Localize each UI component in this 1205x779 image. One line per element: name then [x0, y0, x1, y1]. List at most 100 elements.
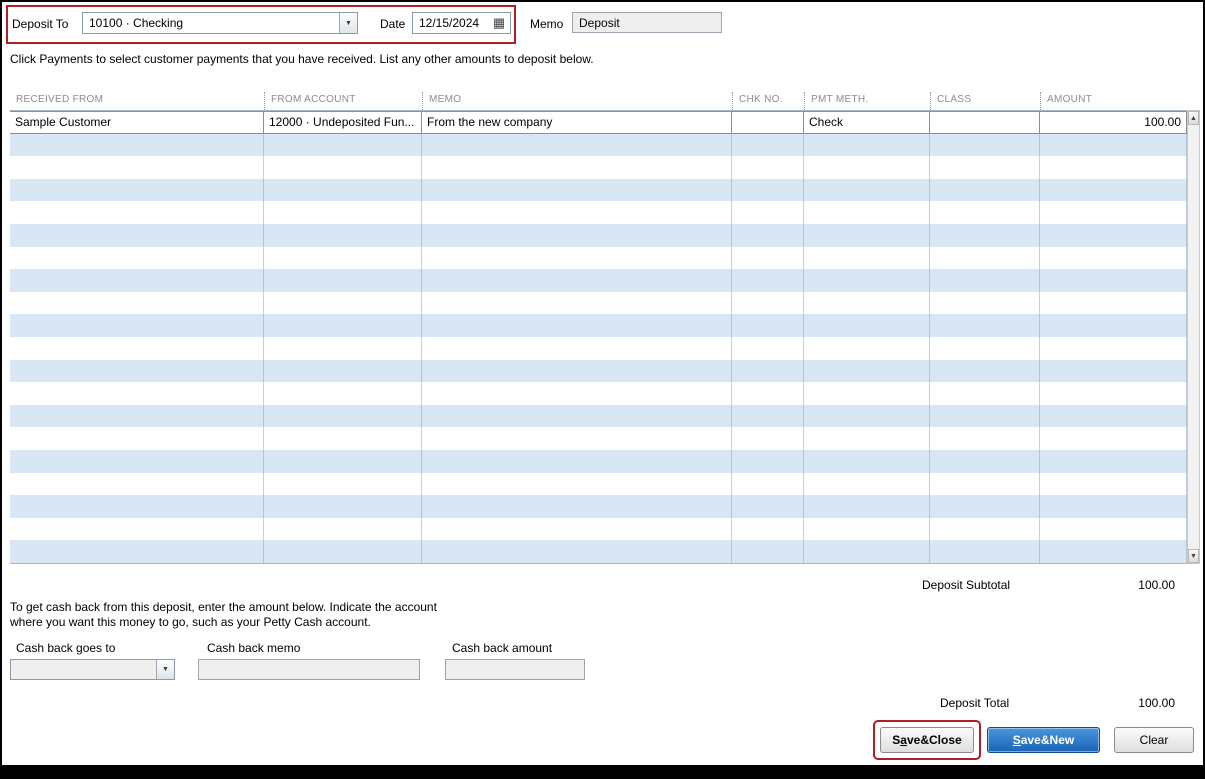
cell-received_from[interactable]	[10, 449, 264, 473]
cell-received_from[interactable]	[10, 269, 264, 292]
cell-from_account[interactable]	[264, 223, 422, 247]
cell-pmt_meth[interactable]	[804, 449, 930, 473]
cell-from_account[interactable]	[264, 427, 422, 450]
cell-from_account[interactable]	[264, 291, 422, 315]
cell-memo[interactable]	[422, 427, 732, 450]
cell-from_account[interactable]	[264, 336, 422, 360]
cell-pmt_meth[interactable]	[804, 517, 930, 541]
scroll-up-icon[interactable]: ▲	[1188, 111, 1199, 125]
cell-pmt_meth[interactable]	[804, 382, 930, 405]
cell-class[interactable]	[930, 133, 1040, 157]
cell-received_from[interactable]	[10, 246, 264, 270]
cell-chk_no[interactable]	[732, 404, 804, 428]
cell-chk_no[interactable]	[732, 112, 804, 133]
cell-pmt_meth[interactable]	[804, 359, 930, 383]
cell-received_from[interactable]	[10, 404, 264, 428]
table-row[interactable]	[10, 133, 1187, 157]
cell-chk_no[interactable]	[732, 178, 804, 202]
cell-from_account[interactable]	[264, 404, 422, 428]
cell-pmt_meth[interactable]	[804, 156, 930, 179]
cell-from_account[interactable]	[264, 156, 422, 179]
cell-from_account[interactable]	[264, 246, 422, 270]
table-row[interactable]	[10, 269, 1187, 292]
cell-from_account[interactable]: 12000 · Undeposited Fun...	[264, 112, 422, 133]
table-row[interactable]	[10, 540, 1187, 563]
cell-pmt_meth[interactable]	[804, 404, 930, 428]
cell-chk_no[interactable]	[732, 269, 804, 292]
save-new-button[interactable]: Save & New	[987, 727, 1100, 753]
cell-class[interactable]	[930, 336, 1040, 360]
cell-memo[interactable]: From the new company	[422, 112, 732, 133]
cell-class[interactable]	[930, 156, 1040, 179]
cell-memo[interactable]	[422, 223, 732, 247]
cell-from_account[interactable]	[264, 449, 422, 473]
cell-chk_no[interactable]	[732, 133, 804, 157]
cell-received_from[interactable]	[10, 314, 264, 337]
cell-class[interactable]	[930, 359, 1040, 383]
cell-memo[interactable]	[422, 336, 732, 360]
cell-class[interactable]	[930, 427, 1040, 450]
cell-memo[interactable]	[422, 133, 732, 157]
table-row[interactable]	[10, 427, 1187, 450]
table-row[interactable]	[10, 314, 1187, 337]
table-row[interactable]	[10, 246, 1187, 270]
cell-received_from[interactable]	[10, 359, 264, 383]
cell-from_account[interactable]	[264, 314, 422, 337]
clear-button[interactable]: Clear	[1114, 727, 1194, 753]
cell-from_account[interactable]	[264, 472, 422, 496]
cell-memo[interactable]	[422, 359, 732, 383]
cell-amount[interactable]	[1040, 291, 1187, 315]
cell-amount[interactable]	[1040, 201, 1187, 224]
cell-amount[interactable]	[1040, 382, 1187, 405]
cell-class[interactable]	[930, 495, 1040, 518]
cell-pmt_meth[interactable]	[804, 269, 930, 292]
cell-chk_no[interactable]	[732, 359, 804, 383]
table-row[interactable]	[10, 156, 1187, 179]
chevron-down-icon[interactable]: ▼	[156, 660, 174, 679]
cell-class[interactable]	[930, 540, 1040, 563]
cell-from_account[interactable]	[264, 540, 422, 563]
table-row[interactable]	[10, 359, 1187, 383]
table-row[interactable]	[10, 472, 1187, 496]
cell-received_from[interactable]	[10, 291, 264, 315]
cell-class[interactable]	[930, 291, 1040, 315]
table-row[interactable]	[10, 201, 1187, 224]
cell-from_account[interactable]	[264, 495, 422, 518]
table-row[interactable]	[10, 517, 1187, 541]
cell-amount[interactable]	[1040, 472, 1187, 496]
save-close-button[interactable]: Save & Close	[880, 727, 974, 753]
table-row[interactable]	[10, 178, 1187, 202]
calendar-icon[interactable]: ▦	[491, 15, 507, 31]
cell-chk_no[interactable]	[732, 246, 804, 270]
cell-chk_no[interactable]	[732, 427, 804, 450]
cell-received_from[interactable]	[10, 382, 264, 405]
cell-pmt_meth[interactable]	[804, 427, 930, 450]
cell-memo[interactable]	[422, 269, 732, 292]
cell-received_from[interactable]	[10, 472, 264, 496]
cell-chk_no[interactable]	[732, 540, 804, 563]
table-row[interactable]	[10, 449, 1187, 473]
cell-chk_no[interactable]	[732, 223, 804, 247]
cell-pmt_meth[interactable]	[804, 133, 930, 157]
cell-from_account[interactable]	[264, 359, 422, 383]
cell-chk_no[interactable]	[732, 517, 804, 541]
cell-pmt_meth[interactable]	[804, 291, 930, 315]
cell-class[interactable]	[930, 223, 1040, 247]
cell-amount[interactable]	[1040, 246, 1187, 270]
cell-class[interactable]	[930, 449, 1040, 473]
cell-received_from[interactable]	[10, 427, 264, 450]
cell-class[interactable]	[930, 472, 1040, 496]
cell-pmt_meth[interactable]: Check	[804, 112, 930, 133]
cell-chk_no[interactable]	[732, 472, 804, 496]
table-row[interactable]	[10, 291, 1187, 315]
cell-chk_no[interactable]	[732, 336, 804, 360]
cell-from_account[interactable]	[264, 201, 422, 224]
table-row[interactable]	[10, 336, 1187, 360]
cell-pmt_meth[interactable]	[804, 223, 930, 247]
cell-pmt_meth[interactable]	[804, 314, 930, 337]
cell-class[interactable]	[930, 517, 1040, 541]
cell-amount[interactable]	[1040, 156, 1187, 179]
table-row[interactable]	[10, 495, 1187, 518]
cell-pmt_meth[interactable]	[804, 201, 930, 224]
cell-memo[interactable]	[422, 472, 732, 496]
